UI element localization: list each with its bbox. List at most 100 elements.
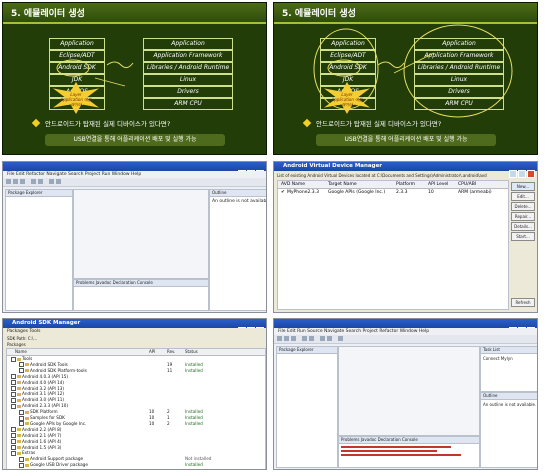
checkbox[interactable]	[11, 403, 16, 409]
view-tab[interactable]: Outline	[481, 393, 537, 400]
slide-panel-2: 5. 에뮬레이터 생성 Application Eclipse/ADT Andr…	[273, 2, 538, 155]
outline-view[interactable]: Outline An outline is not available.	[480, 392, 537, 468]
checkbox[interactable]	[11, 433, 16, 439]
view-tab[interactable]: Task List	[481, 347, 537, 354]
avd-table[interactable]: AVD Name Target Name Platform API Level …	[277, 180, 509, 310]
window-title: Android Virtual Device Manager	[283, 163, 383, 169]
view-tab[interactable]: Package Explorer	[277, 347, 337, 354]
window-titlebar	[274, 319, 537, 335]
task-list-view[interactable]: Task List Connect Mylyn	[480, 346, 537, 392]
checkbox[interactable]	[19, 421, 24, 427]
package-api: 10	[149, 409, 155, 415]
console-line	[341, 450, 437, 452]
package-explorer-view[interactable]: Package Explorer	[276, 346, 338, 468]
table-row[interactable]: ✔ MyPhone2.3.3 Google APIs (Google Inc.)…	[279, 190, 506, 197]
column-header[interactable]: CPU/ABI	[458, 182, 476, 187]
bottom-view[interactable]: Problems Javadoc Declaration Console	[73, 279, 209, 311]
package-name: Tools	[22, 356, 33, 361]
checkbox[interactable]	[11, 397, 16, 403]
package-icon	[25, 422, 29, 426]
column-header[interactable]: Status	[185, 349, 198, 354]
view-tab[interactable]: Outline	[210, 190, 266, 197]
package-name: Android SDK Tools	[30, 361, 68, 367]
edit-avd-button[interactable]: Edit...	[511, 192, 535, 201]
column-header[interactable]: Platform	[396, 182, 415, 187]
checkbox[interactable]	[11, 450, 16, 456]
mylyn-note[interactable]: Connect Mylyn	[481, 354, 537, 363]
column-header[interactable]: Rev.	[167, 349, 175, 354]
refresh-button[interactable]: Refresh	[511, 298, 535, 307]
bottom-tabs[interactable]: Problems Javadoc Declaration Console	[339, 437, 479, 444]
avd-path-label: List of existing Android Virtual Devices…	[277, 173, 487, 178]
package-name: Android 2.3.3 (API 10)	[22, 403, 69, 409]
folder-icon	[17, 404, 21, 408]
editor-area[interactable]	[73, 189, 209, 279]
menu-bar[interactable]: File Edit Refactor Navigate Search Proje…	[3, 171, 266, 178]
package-explorer-view[interactable]: Package Explorer	[5, 189, 73, 311]
checkbox[interactable]	[11, 427, 16, 433]
repair-avd-button[interactable]: Repair...	[511, 212, 535, 221]
outline-view[interactable]: Outline An outline is not available.	[209, 189, 267, 311]
sdk-manager-window: Android SDK Manager Packages Tools SDK P…	[2, 318, 267, 470]
package-status: Installed	[185, 415, 203, 420]
view-tab[interactable]: Package Explorer	[6, 190, 72, 197]
package-status: Not installed	[185, 456, 212, 462]
eclipse-window-2: File Edit Run Source Navigate Search Pro…	[273, 318, 538, 470]
avd-target: Google APIs (Google Inc.)	[328, 190, 386, 195]
start-avd-button[interactable]: Start...	[511, 232, 535, 241]
window-controls[interactable]	[508, 163, 535, 182]
checkbox[interactable]	[19, 409, 24, 415]
starburst-label: Layer Application 에뮬레이터	[60, 92, 92, 107]
checkbox[interactable]	[11, 374, 16, 380]
packages-table[interactable]: Name API Rev. Status Tools Android SDK To…	[6, 348, 266, 469]
folder-icon	[17, 398, 21, 402]
slide-question: 안드로이드가 탑재된 실제 디바이스가 있다면?	[316, 120, 442, 128]
console-view[interactable]: Problems Javadoc Declaration Console	[338, 436, 480, 468]
new-avd-button[interactable]: New...	[511, 182, 535, 191]
toolbar[interactable]	[274, 335, 537, 344]
column-header[interactable]: API Level	[428, 182, 448, 187]
delete-avd-button[interactable]: Delete...	[511, 202, 535, 211]
package-name: Android 1.6 (API 4)	[22, 438, 62, 444]
checkbox[interactable]	[11, 445, 16, 450]
slide-pill: USB연결을 통해 어플리케이션 배포 및 실행 가능	[316, 134, 496, 146]
checkbox[interactable]	[19, 415, 24, 421]
menu-bar[interactable]: File Edit Run Source Navigate Search Pro…	[274, 328, 537, 335]
column-header[interactable]: AVD Name	[281, 182, 305, 187]
checkbox[interactable]	[11, 386, 16, 391]
table-row[interactable]: Google USB Driver package	[11, 462, 88, 468]
slide-panel-1: 5. 에뮬레이터 생성 Application Eclipse/ADT Andr…	[2, 2, 267, 155]
column-header[interactable]: Name	[15, 349, 27, 354]
menu-bar[interactable]: Packages Tools	[3, 328, 266, 335]
checkbox[interactable]	[11, 391, 16, 397]
package-icon	[25, 363, 29, 367]
checkbox[interactable]	[11, 439, 16, 445]
package-name: Android 2.1 (API 7)	[22, 432, 62, 438]
package-status: Installed	[185, 462, 203, 468]
column-header[interactable]: Target Name	[328, 182, 357, 187]
checkbox[interactable]	[19, 462, 24, 468]
editor-area[interactable]	[338, 346, 480, 436]
bottom-tabs[interactable]: Problems Javadoc Declaration Console	[74, 280, 208, 287]
outline-note: An outline is not available.	[483, 402, 537, 407]
package-name: Android SDK Platform-tools	[30, 367, 87, 373]
avd-manager-window: Android Virtual Device Manager List of e…	[273, 161, 538, 313]
folder-icon	[17, 434, 21, 438]
checkbox[interactable]	[19, 368, 24, 374]
package-rev: 1	[167, 415, 170, 420]
toolbar[interactable]	[3, 178, 266, 187]
window-titlebar: Android SDK Manager	[3, 319, 266, 335]
column-header[interactable]: API	[149, 349, 155, 354]
outline-note: An outline is not available.	[212, 199, 267, 204]
package-name: Android 1.5 (API 3)	[22, 444, 62, 450]
packages-label: Packages	[7, 342, 26, 347]
checkbox[interactable]	[11, 380, 16, 386]
checkbox[interactable]	[19, 362, 24, 368]
console-line	[341, 446, 451, 448]
checkbox[interactable]	[19, 456, 24, 462]
checkbox[interactable]	[11, 356, 16, 362]
details-avd-button[interactable]: Details...	[511, 222, 535, 231]
sdk-path-label: SDK Path: C:\...	[7, 336, 38, 341]
folder-icon	[17, 446, 21, 449]
package-rev: 11	[167, 367, 173, 373]
